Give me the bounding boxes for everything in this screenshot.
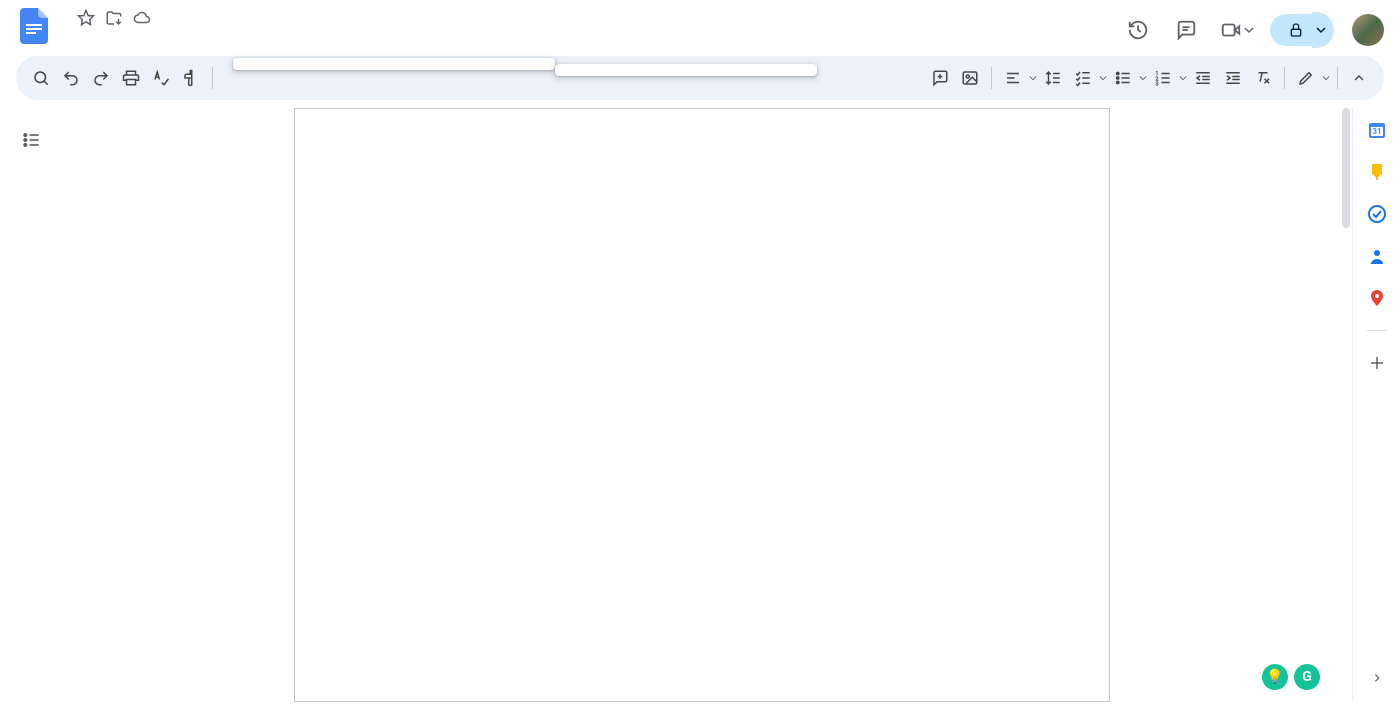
comments-icon[interactable] bbox=[1168, 12, 1204, 48]
side-panel-toggle-icon[interactable] bbox=[1363, 664, 1391, 692]
share-caret-icon[interactable] bbox=[1312, 12, 1334, 48]
docs-logo-icon[interactable] bbox=[16, 8, 52, 44]
keep-icon[interactable] bbox=[1367, 162, 1387, 182]
cloud-status-icon[interactable] bbox=[132, 8, 152, 28]
text-submenu bbox=[555, 64, 817, 76]
toolbar: 123 bbox=[16, 56, 1384, 100]
history-icon[interactable] bbox=[1120, 12, 1156, 48]
format-menu bbox=[233, 58, 555, 70]
collapse-toolbar-icon[interactable] bbox=[1344, 63, 1374, 93]
meet-icon[interactable] bbox=[1216, 12, 1258, 48]
bulleted-caret-icon[interactable] bbox=[1138, 74, 1148, 82]
undo-icon[interactable] bbox=[56, 63, 86, 93]
redo-icon[interactable] bbox=[86, 63, 116, 93]
align-caret-icon[interactable] bbox=[1028, 74, 1038, 82]
editing-mode-icon[interactable] bbox=[1291, 63, 1321, 93]
tasks-icon[interactable] bbox=[1367, 204, 1387, 224]
calendar-icon[interactable]: 31 bbox=[1367, 120, 1387, 140]
checklist-icon[interactable] bbox=[1068, 63, 1098, 93]
lightbulb-fab-icon[interactable]: 💡 bbox=[1262, 664, 1288, 690]
avatar[interactable] bbox=[1352, 14, 1384, 46]
svg-text:31: 31 bbox=[1372, 127, 1381, 136]
clear-formatting-icon[interactable] bbox=[1248, 63, 1278, 93]
search-icon[interactable] bbox=[26, 63, 56, 93]
line-spacing-icon[interactable] bbox=[1038, 63, 1068, 93]
grammarly-fab-icon[interactable]: G bbox=[1294, 664, 1320, 690]
insert-image-icon[interactable] bbox=[955, 63, 985, 93]
document-outline-icon[interactable] bbox=[18, 126, 46, 154]
paint-format-icon[interactable] bbox=[176, 63, 206, 93]
maps-icon[interactable] bbox=[1367, 288, 1387, 308]
side-panel: 31 bbox=[1352, 108, 1400, 702]
checklist-caret-icon[interactable] bbox=[1098, 74, 1108, 82]
svg-text:3: 3 bbox=[1156, 82, 1159, 88]
print-icon[interactable] bbox=[116, 63, 146, 93]
increase-indent-icon[interactable] bbox=[1218, 63, 1248, 93]
document-title[interactable] bbox=[56, 16, 68, 20]
insert-comment-icon[interactable] bbox=[925, 63, 955, 93]
decrease-indent-icon[interactable] bbox=[1188, 63, 1218, 93]
spellcheck-icon[interactable] bbox=[146, 63, 176, 93]
bulleted-list-icon[interactable] bbox=[1108, 63, 1138, 93]
scrollbar[interactable] bbox=[1340, 108, 1352, 702]
align-icon[interactable] bbox=[998, 63, 1028, 93]
numbered-list-icon[interactable]: 123 bbox=[1148, 63, 1178, 93]
star-icon[interactable] bbox=[76, 8, 96, 28]
document-page[interactable] bbox=[294, 108, 1110, 702]
move-folder-icon[interactable] bbox=[104, 8, 124, 28]
add-on-icon[interactable] bbox=[1367, 353, 1387, 373]
contacts-icon[interactable] bbox=[1367, 246, 1387, 266]
numbered-caret-icon[interactable] bbox=[1178, 74, 1188, 82]
editing-caret-icon[interactable] bbox=[1321, 74, 1331, 82]
